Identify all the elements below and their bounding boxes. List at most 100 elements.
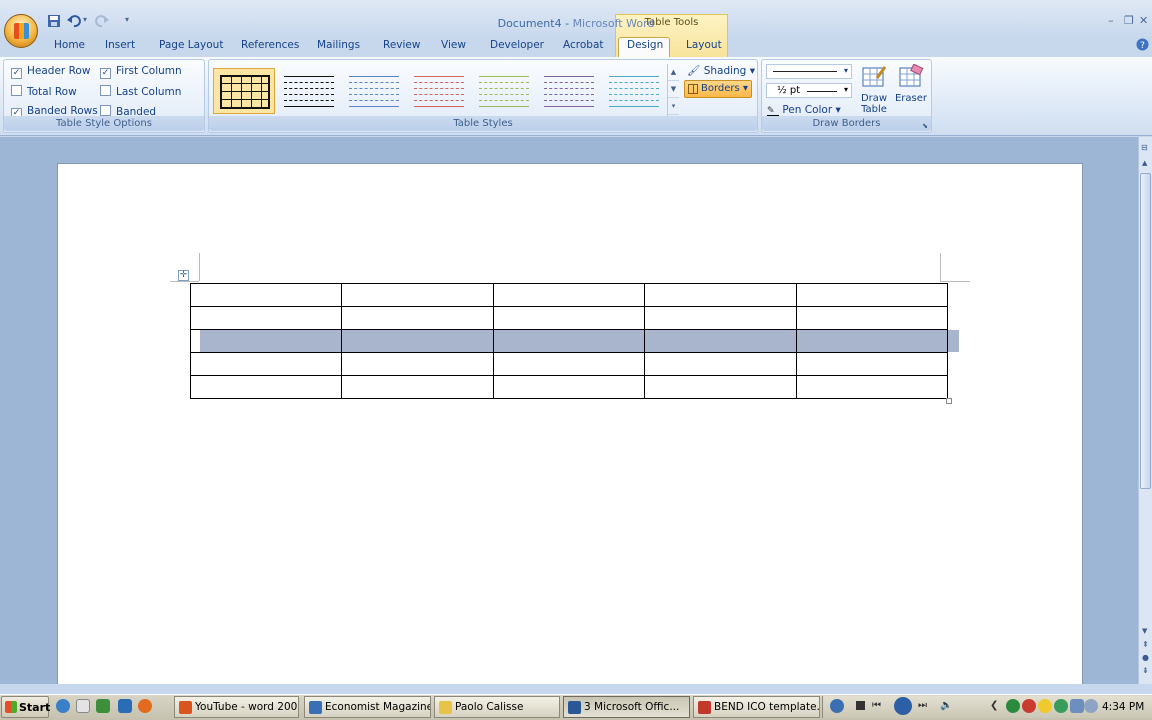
scroll-up-icon[interactable]: ▲ xyxy=(1142,159,1147,167)
quicklaunch-desktop-icon[interactable] xyxy=(76,699,90,713)
table-cell[interactable] xyxy=(189,375,343,399)
start-button[interactable]: Start xyxy=(1,696,50,718)
table-cell[interactable] xyxy=(341,352,494,376)
media-stop-icon[interactable] xyxy=(856,701,865,710)
document-table[interactable] xyxy=(189,283,949,399)
media-previous-icon[interactable] xyxy=(830,699,844,713)
table-cell[interactable] xyxy=(644,306,797,330)
table-cell[interactable] xyxy=(644,352,797,376)
scrollbar-thumb[interactable] xyxy=(1140,173,1151,489)
line-weight-dropdown[interactable]: ½ pt ▾ xyxy=(766,83,852,98)
media-pause-icon[interactable] xyxy=(894,697,912,715)
table-cell[interactable] xyxy=(795,329,949,353)
table-cell[interactable] xyxy=(341,375,494,399)
document-page[interactable] xyxy=(57,163,1083,693)
table-style-swatch[interactable] xyxy=(213,68,275,114)
taskbar-item[interactable]: YouTube - word 200... xyxy=(174,696,299,718)
tray-collapse-icon[interactable]: ❮ xyxy=(990,700,998,711)
gallery-up-icon[interactable]: ▲ xyxy=(668,64,679,81)
select-browse-object-icon[interactable]: ● xyxy=(1142,653,1149,662)
scroll-down-icon[interactable]: ▼ xyxy=(1142,627,1147,635)
ruler-toggle-icon[interactable]: ⊟ xyxy=(1141,143,1148,152)
table-cell[interactable] xyxy=(795,375,949,399)
table-cell[interactable] xyxy=(492,329,646,353)
table-cell[interactable] xyxy=(341,306,494,330)
tab-developer[interactable]: Developer xyxy=(490,39,544,51)
table-row[interactable] xyxy=(189,283,949,307)
tab-design[interactable]: Design xyxy=(627,39,663,51)
table-row[interactable] xyxy=(189,306,949,330)
dialog-launcher-icon[interactable]: ⬊ xyxy=(922,122,928,130)
tab-insert[interactable]: Insert xyxy=(105,39,135,51)
table-style-swatch[interactable] xyxy=(343,68,405,114)
quicklaunch-tool-icon[interactable] xyxy=(118,699,132,713)
tray-update-icon[interactable] xyxy=(1084,699,1098,713)
table-cell[interactable] xyxy=(189,352,343,376)
table-cell[interactable] xyxy=(795,283,949,307)
table-cell[interactable] xyxy=(492,283,646,307)
table-cell[interactable] xyxy=(795,352,949,376)
table-cell[interactable] xyxy=(644,283,797,307)
borders-button[interactable]: Borders ▾ xyxy=(684,80,752,98)
table-cell[interactable] xyxy=(644,329,797,353)
quicklaunch-ie-icon[interactable] xyxy=(56,699,70,713)
table-cell[interactable] xyxy=(341,283,494,307)
table-cell[interactable] xyxy=(795,306,949,330)
table-cell[interactable] xyxy=(189,329,343,353)
table-row[interactable] xyxy=(189,352,949,376)
quicklaunch-firefox-icon[interactable] xyxy=(138,699,152,713)
redo-icon[interactable] xyxy=(95,14,109,28)
table-cell[interactable] xyxy=(189,306,343,330)
table-row[interactable] xyxy=(189,329,949,353)
line-style-dropdown[interactable]: ▾ xyxy=(766,64,852,79)
draw-table-button[interactable]: Draw Table xyxy=(856,64,892,115)
undo-icon[interactable] xyxy=(67,14,81,28)
table-cell[interactable] xyxy=(492,375,646,399)
table-resize-handle[interactable] xyxy=(946,398,952,404)
taskbar-item[interactable]: BEND ICO template.... xyxy=(693,696,820,718)
shading-button[interactable]: 🖌 Shading ▾ xyxy=(687,64,755,77)
tab-acrobat[interactable]: Acrobat xyxy=(563,39,604,51)
taskbar-item[interactable]: Economist Magazine ... xyxy=(304,696,431,718)
table-style-swatch[interactable] xyxy=(538,68,600,114)
close-icon[interactable]: ✕ xyxy=(1139,14,1148,27)
tray-app-icon[interactable] xyxy=(1054,699,1068,713)
table-style-swatch[interactable] xyxy=(278,68,340,114)
help-icon[interactable]: ? xyxy=(1136,38,1149,51)
last-column-checkbox[interactable]: Last Column xyxy=(100,85,181,98)
tray-display-icon[interactable] xyxy=(1070,699,1084,713)
tab-references[interactable]: References xyxy=(241,39,299,51)
table-cell[interactable] xyxy=(189,283,343,307)
table-cell[interactable] xyxy=(492,352,646,376)
table-cell[interactable] xyxy=(492,306,646,330)
eraser-button[interactable]: Eraser xyxy=(893,63,929,104)
table-style-swatch[interactable] xyxy=(603,68,665,114)
media-rewind-icon[interactable]: ⏮ xyxy=(872,700,881,711)
tab-review[interactable]: Review xyxy=(383,39,420,51)
office-button[interactable] xyxy=(4,14,38,48)
tab-page-layout[interactable]: Page Layout xyxy=(159,39,223,51)
volume-icon[interactable]: 🔈 xyxy=(940,700,952,711)
gallery-down-icon[interactable]: ▼ xyxy=(668,81,679,98)
tray-security-icon[interactable] xyxy=(1022,699,1036,713)
undo-dropdown-icon[interactable]: ▾ xyxy=(83,15,87,24)
save-icon[interactable] xyxy=(47,14,61,28)
table-style-swatch[interactable] xyxy=(408,68,470,114)
tray-network-icon[interactable] xyxy=(1006,699,1020,713)
gallery-more-icon[interactable]: ▾ xyxy=(668,98,679,115)
first-column-checkbox[interactable]: ✓ First Column xyxy=(100,65,182,79)
vertical-scrollbar[interactable]: ⊟ ▲ ▼ ⇞ ● ⇟ xyxy=(1138,137,1152,684)
table-style-swatch[interactable] xyxy=(473,68,535,114)
tab-mailings[interactable]: Mailings xyxy=(317,39,360,51)
header-row-checkbox[interactable]: ✓ Header Row xyxy=(11,65,90,79)
minimize-icon[interactable]: – xyxy=(1108,14,1114,27)
taskbar-item-active[interactable]: 3 Microsoft Offic... xyxy=(563,696,690,718)
tab-view[interactable]: View xyxy=(441,39,466,51)
restore-icon[interactable]: ❐ xyxy=(1124,14,1134,27)
total-row-checkbox[interactable]: Total Row xyxy=(11,85,77,98)
table-cell[interactable] xyxy=(341,329,494,353)
previous-page-icon[interactable]: ⇞ xyxy=(1142,640,1149,649)
tab-layout[interactable]: Layout xyxy=(686,39,722,51)
tab-home[interactable]: Home xyxy=(54,39,85,51)
table-move-handle-icon[interactable]: ✛ xyxy=(178,270,189,281)
